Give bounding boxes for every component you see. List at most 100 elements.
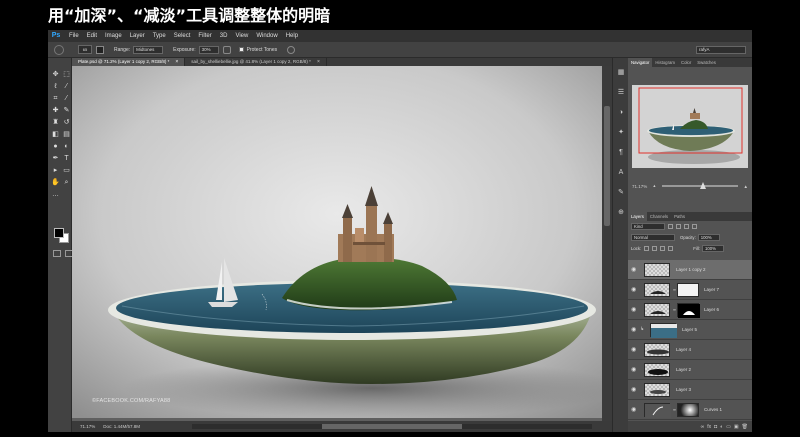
mask-link-icon[interactable]: ∞ [673, 407, 676, 412]
tab-histogram[interactable]: Histogram [652, 58, 678, 67]
menu-item-window[interactable]: Window [252, 30, 281, 42]
mask-icon[interactable]: ◘ [714, 424, 717, 430]
lock-position-icon[interactable] [660, 246, 666, 251]
blend-mode-select[interactable]: Normal [631, 234, 675, 241]
styles-icon[interactable]: ✦ [616, 128, 626, 138]
menu-item-3d[interactable]: 3D [216, 30, 232, 42]
menu-item-file[interactable]: File [65, 30, 83, 42]
mask-link-icon[interactable]: ∞ [673, 287, 676, 292]
tab-sail[interactable]: sail_by_shelliebellie.jpg @ 41.8% (Layer… [185, 58, 327, 66]
airbrush-icon[interactable] [222, 45, 231, 54]
layer-row[interactable]: ◉ ∞ Layer 7 [628, 280, 752, 300]
layer-name[interactable]: Layer 7 [704, 286, 719, 294]
zoom-tool-icon[interactable]: ⌕ [62, 178, 71, 187]
history-brush-tool-icon[interactable]: ↺ [62, 118, 71, 127]
brush-panel-icon[interactable] [96, 45, 104, 54]
extras-icon[interactable] [62, 190, 71, 199]
tab-plate[interactable]: Plate.psd @ 71.2% (Layer 1 copy 2, RGB/8… [72, 58, 186, 66]
menu-item-select[interactable]: Select [170, 30, 195, 42]
mask-link-icon[interactable]: ∞ [673, 307, 676, 312]
group-icon[interactable]: ▭ [726, 424, 731, 430]
visibility-eye-icon[interactable]: ◉ [631, 346, 636, 354]
adjustments-icon[interactable]: ◑ [616, 108, 626, 118]
visibility-eye-icon[interactable]: ◉ [631, 406, 636, 414]
zoom-in-icon[interactable]: ▲ [744, 184, 748, 189]
visibility-eye-icon[interactable]: ◉ [631, 386, 636, 394]
menu-item-type[interactable]: Type [149, 30, 170, 42]
layer-thumbnail[interactable] [644, 383, 670, 397]
layer-name[interactable]: Layer 6 [704, 306, 719, 314]
fx-icon[interactable]: fx [707, 424, 711, 430]
zoom-readout[interactable]: 71.17% [80, 421, 95, 432]
visibility-eye-icon[interactable]: ◉ [631, 366, 636, 374]
shape-tool-icon[interactable]: ▭ [62, 166, 71, 175]
crop-tool-icon[interactable]: ⌗ [51, 94, 60, 103]
layer-name[interactable]: Layer 2 [676, 366, 691, 374]
lock-all-icon[interactable] [668, 246, 674, 251]
paragraph-icon[interactable]: ¶ [616, 148, 626, 158]
foreground-color-swatch[interactable] [54, 228, 64, 238]
more-tools-icon[interactable]: … [51, 190, 60, 199]
tab-layers[interactable]: Layers [628, 212, 647, 221]
layer-row[interactable]: ◉ Layer 2 [628, 360, 752, 380]
tab-color[interactable]: Color [678, 58, 694, 67]
fill-field[interactable]: 100% [701, 245, 724, 252]
menu-item-layer[interactable]: Layer [126, 30, 149, 42]
clone-source-icon[interactable]: ⊕ [616, 208, 626, 218]
link-icon[interactable]: ∞ [701, 424, 705, 430]
zoom-slider[interactable] [661, 182, 738, 189]
move-tool-icon[interactable]: ✥ [51, 70, 60, 79]
layer-row[interactable]: ◉ ∞ Layer 6 [628, 300, 752, 320]
properties-icon[interactable]: ☰ [616, 88, 626, 98]
layer-mask-thumbnail[interactable] [677, 403, 699, 417]
filter-adjust-icon[interactable] [676, 224, 681, 229]
layer-name[interactable]: Curves 1 [704, 406, 722, 414]
burn-tool-icon[interactable]: ◐ [62, 142, 71, 151]
layer-row[interactable]: ◉ Layer 4 [628, 340, 752, 360]
layer-thumbnail[interactable] [644, 343, 670, 357]
stamp-tool-icon[interactable]: ♜ [51, 118, 60, 127]
hand-tool-icon[interactable]: ✋ [51, 178, 60, 187]
menu-item-view[interactable]: View [231, 30, 252, 42]
pen-tool-icon[interactable]: ✒ [51, 154, 60, 163]
brush-size-field[interactable]: 65 [78, 45, 92, 54]
history-icon[interactable]: ▦ [616, 68, 626, 78]
lasso-tool-icon[interactable]: ℓ [51, 82, 60, 91]
layer-thumbnail[interactable] [644, 283, 670, 297]
tab-paths[interactable]: Paths [671, 212, 688, 221]
brush-tool-icon[interactable]: ✎ [62, 106, 71, 115]
zoom-slider-knob[interactable] [700, 182, 707, 189]
filter-type-icon[interactable] [684, 224, 689, 229]
close-icon[interactable]: × [175, 58, 178, 66]
visibility-eye-icon[interactable]: ◉ [631, 326, 636, 334]
tab-channels[interactable]: Channels [647, 212, 671, 221]
horizontal-scrollbar[interactable] [192, 424, 592, 429]
opacity-field[interactable]: 100% [697, 234, 720, 241]
layer-kind-select[interactable]: Kind [631, 223, 665, 230]
exposure-field[interactable]: 30% [198, 45, 219, 54]
brushes-icon[interactable]: ✎ [616, 188, 626, 198]
layer-name[interactable]: Layer 4 [676, 346, 691, 354]
new-layer-icon[interactable]: ▣ [734, 424, 739, 430]
workspace-select[interactable]: rafyA [696, 46, 746, 54]
navigator-zoom-value[interactable]: 71.17% [632, 184, 647, 189]
menu-item-edit[interactable]: Edit [83, 30, 101, 42]
filter-shape-icon[interactable] [692, 224, 697, 229]
blur-tool-icon[interactable]: ● [51, 142, 60, 151]
burn-tool-preset-icon[interactable] [54, 44, 64, 55]
gradient-tool-icon[interactable]: ▤ [62, 130, 71, 139]
visibility-eye-icon[interactable]: ◉ [631, 266, 636, 274]
adjustment-icon[interactable]: ◐ [720, 424, 723, 430]
layer-thumbnail[interactable] [644, 263, 670, 277]
marquee-tool-icon[interactable]: ⬚ [62, 70, 71, 79]
layer-thumbnail[interactable] [644, 403, 671, 418]
doc-size-readout[interactable]: Doc: 1.44M/57.8M [103, 421, 140, 432]
layer-name[interactable]: Layer 1 copy 2 [676, 266, 706, 274]
healing-tool-icon[interactable]: ✚ [51, 106, 60, 115]
layer-name[interactable]: Layer 5 [682, 326, 697, 334]
layer-name[interactable]: Layer 3 [676, 386, 691, 394]
vertical-scrollbar[interactable] [602, 66, 612, 421]
pressure-size-icon[interactable] [287, 45, 296, 54]
layer-row[interactable]: ◉ ↳ Layer 5 [628, 320, 752, 340]
character-icon[interactable]: A [616, 168, 626, 178]
